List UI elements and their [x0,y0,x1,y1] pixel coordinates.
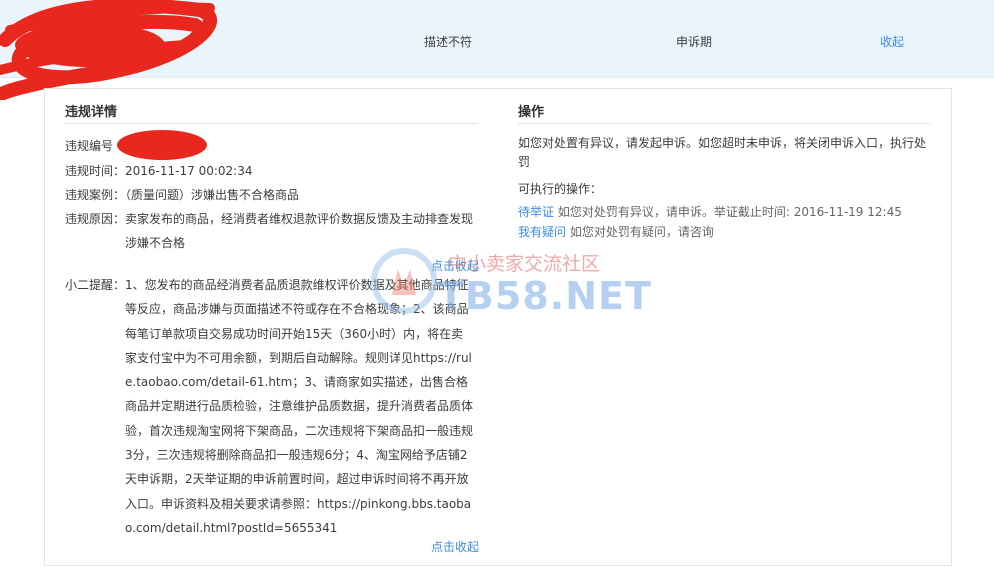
reminder-label: 小二提醒： [65,278,126,292]
collapse-row-link[interactable]: 收起 [880,33,904,50]
violation-case-value: （质量问题）涉嫌出售不合格商品 [125,188,300,202]
violation-status: 申诉期 [676,35,713,49]
violation-summary-row: 描述不符 申诉期 收起 [0,0,994,100]
action-row-question: 我有疑问 如您对处罚有疑问，请咨询 [518,220,714,244]
violation-case-label: 违规案例： [65,188,126,202]
watermark-text-en: TB58.NET [438,274,652,318]
details-divider [65,123,478,124]
violation-id-label: 违规编号 [65,139,114,153]
ask-question-link[interactable]: 我有疑问 [518,225,566,239]
violation-time-value: 2016-11-17 00:02:34 [125,164,253,178]
redacted-violation-id [117,130,207,160]
violation-time-label: 违规时间： [65,164,126,178]
violation-id-row: 违规编号 [65,134,113,158]
appeal-notice: 如您对处置有异议，请发起申诉。如您超时未申诉，将关闭申诉入口，执行处罚 [518,136,927,169]
violation-type: 描述不符 [424,35,473,49]
operations-section-title: 操作 [518,105,545,120]
available-actions-label: 可执行的操作： [518,182,603,196]
details-section-title: 违规详情 [65,105,118,120]
collapse-reminder-link[interactable]: 点击收起 [431,538,479,555]
watermark-text-cn: 中小卖家交流社区 [448,253,601,275]
violation-reason-label: 违规原因： [65,212,126,226]
submit-evidence-desc: 如您对处罚有异议，请申诉。举证截止时间: 2016-11-19 12:45 [557,205,902,219]
submit-evidence-link[interactable]: 待举证 [518,205,554,219]
violation-case-row: 违规案例：（质量问题）涉嫌出售不合格商品 [65,183,299,207]
watermark-logo-icon [371,248,437,314]
violation-detail-panel: 违规详情 违规编号 违规时间：2016-11-17 00:02:34 违规案例：… [44,88,952,566]
operations-divider [518,123,931,124]
ask-question-desc: 如您对处罚有疑问，请咨询 [569,225,714,239]
violation-time-row: 违规时间：2016-11-17 00:02:34 [65,159,252,183]
redaction-scribble [0,0,217,100]
